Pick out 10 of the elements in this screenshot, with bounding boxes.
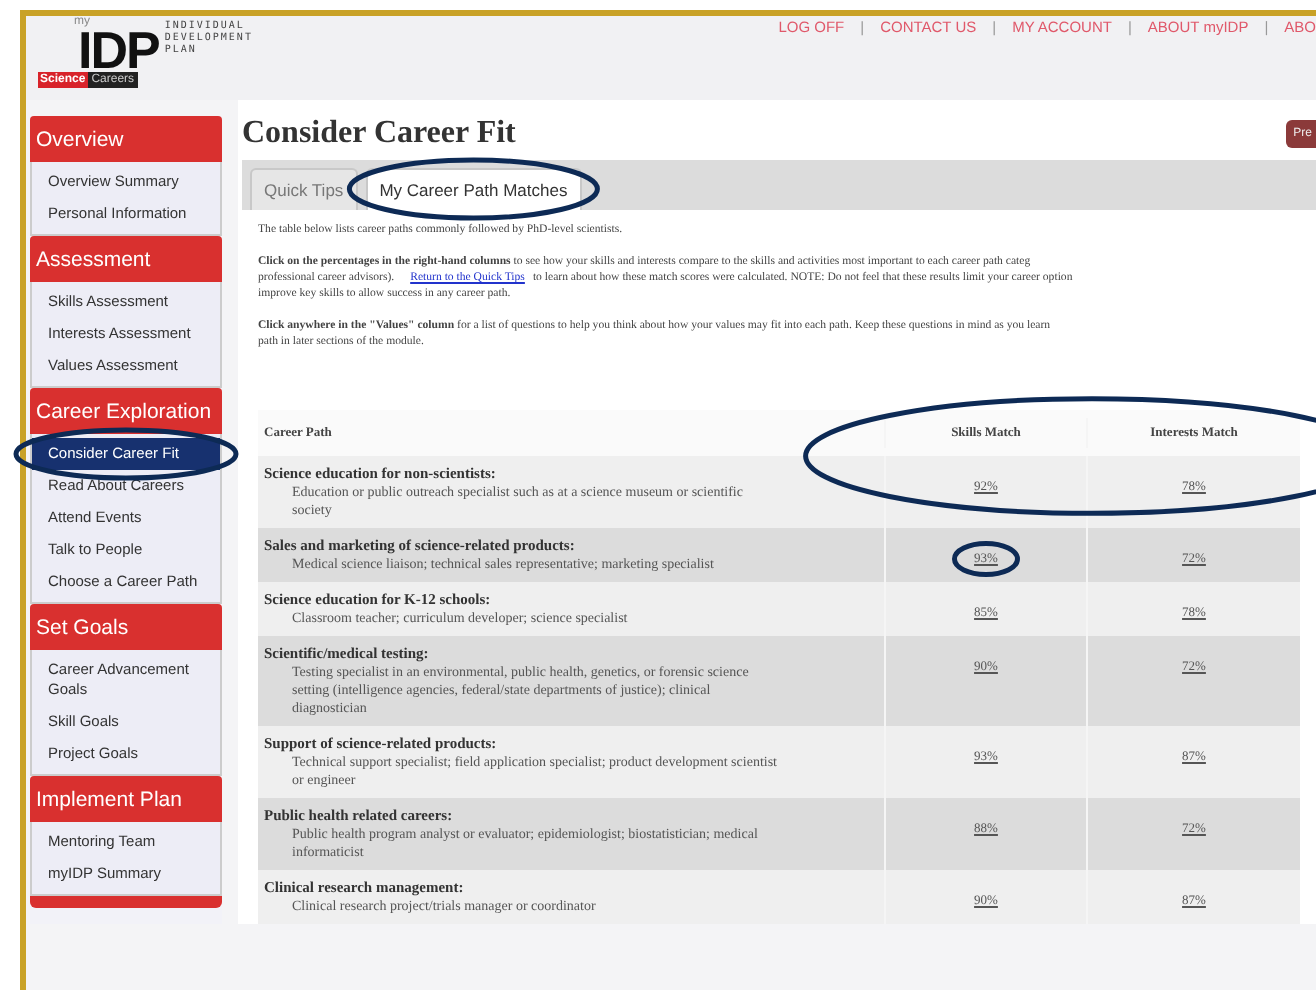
section-heading: Set Goals [30,604,222,650]
logo-text: IDP [78,28,159,72]
tab[interactable]: Quick Tips [250,168,358,210]
section-heading: Career Exploration [30,388,222,434]
highlight-oval [952,541,1020,577]
page-title: Consider Career Fit [242,116,516,152]
section-heading: Implement Plan [30,776,222,822]
tab[interactable]: My Career Path Matches [365,168,582,210]
section-heading: Assessment [30,236,222,282]
section-heading: Overview [30,116,222,162]
